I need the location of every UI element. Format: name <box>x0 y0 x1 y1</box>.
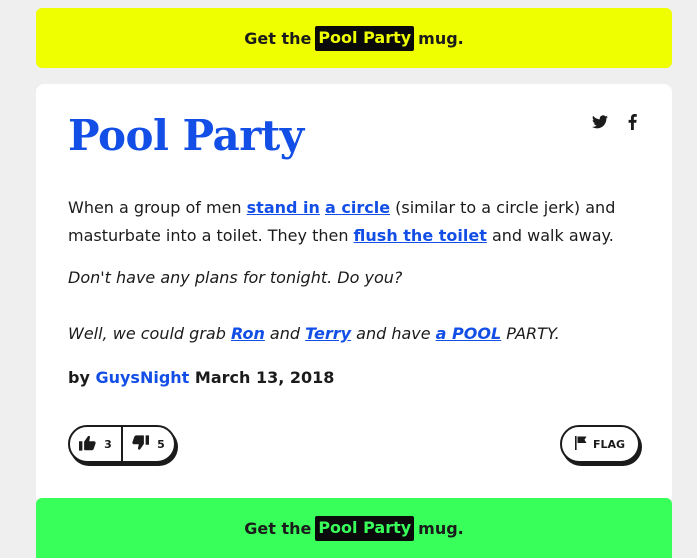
definition-example-line2: Well, we could grab Ron and Terry and ha… <box>68 320 628 348</box>
banner-suffix: mug. <box>418 28 464 48</box>
contributor-author-link[interactable]: GuysNight <box>95 368 189 387</box>
contributor-date: March 13, 2018 <box>194 368 335 387</box>
thumbs-down-icon <box>132 434 150 454</box>
downvote-button[interactable]: 5 <box>123 427 174 461</box>
upvote-button[interactable]: 3 <box>70 427 121 461</box>
banner-prefix: Get the <box>244 518 312 538</box>
vote-pill: 3 5 <box>68 425 176 463</box>
meaning-link-stand-in[interactable]: stand in <box>247 198 320 217</box>
twitter-icon[interactable] <box>592 114 608 130</box>
facebook-icon[interactable] <box>624 114 640 130</box>
example-link-ron[interactable]: Ron <box>231 324 265 343</box>
bottom-mug-banner[interactable]: Get the Pool Party mug. <box>36 498 672 558</box>
flag-icon <box>574 435 587 453</box>
definition-card: Pool Party When a group of men stand in … <box>36 84 672 504</box>
downvote-count: 5 <box>157 437 165 451</box>
share-buttons <box>592 114 640 130</box>
example-text: and <box>264 324 306 343</box>
definition-example-line1: Don't have any plans for tonight. Do you… <box>68 268 403 287</box>
meaning-text: When a group of men <box>68 198 247 217</box>
banner-mug-word: Pool Party <box>315 25 415 51</box>
contributor: by GuysNight March 13, 2018 <box>68 364 334 392</box>
contributor-by: by <box>68 368 90 387</box>
meaning-text: and walk away. <box>486 226 614 245</box>
example-text: PARTY. <box>501 324 560 343</box>
example-text: and have <box>351 324 436 343</box>
banner-prefix: Get the <box>244 28 312 48</box>
meaning-link-flush-the-toilet[interactable]: flush the toilet <box>354 226 487 245</box>
example-link-terry[interactable]: Terry <box>305 324 351 343</box>
definition-meaning: When a group of men stand in a circle (s… <box>68 194 628 250</box>
flag-label: FLAG <box>592 437 626 451</box>
example-text: Well, we could grab <box>68 324 231 343</box>
upvote-count: 3 <box>104 437 112 451</box>
flag-button[interactable]: FLAG <box>560 425 640 463</box>
example-link-a-pool[interactable]: a POOL <box>436 324 502 343</box>
banner-mug-word: Pool Party <box>315 515 415 541</box>
top-mug-banner[interactable]: Get the Pool Party mug. <box>36 8 672 68</box>
definition-word-title[interactable]: Pool Party <box>68 108 304 164</box>
thumbs-up-icon <box>79 435 96 454</box>
banner-suffix: mug. <box>418 518 464 538</box>
meaning-link-a-circle[interactable]: a circle <box>325 198 390 217</box>
